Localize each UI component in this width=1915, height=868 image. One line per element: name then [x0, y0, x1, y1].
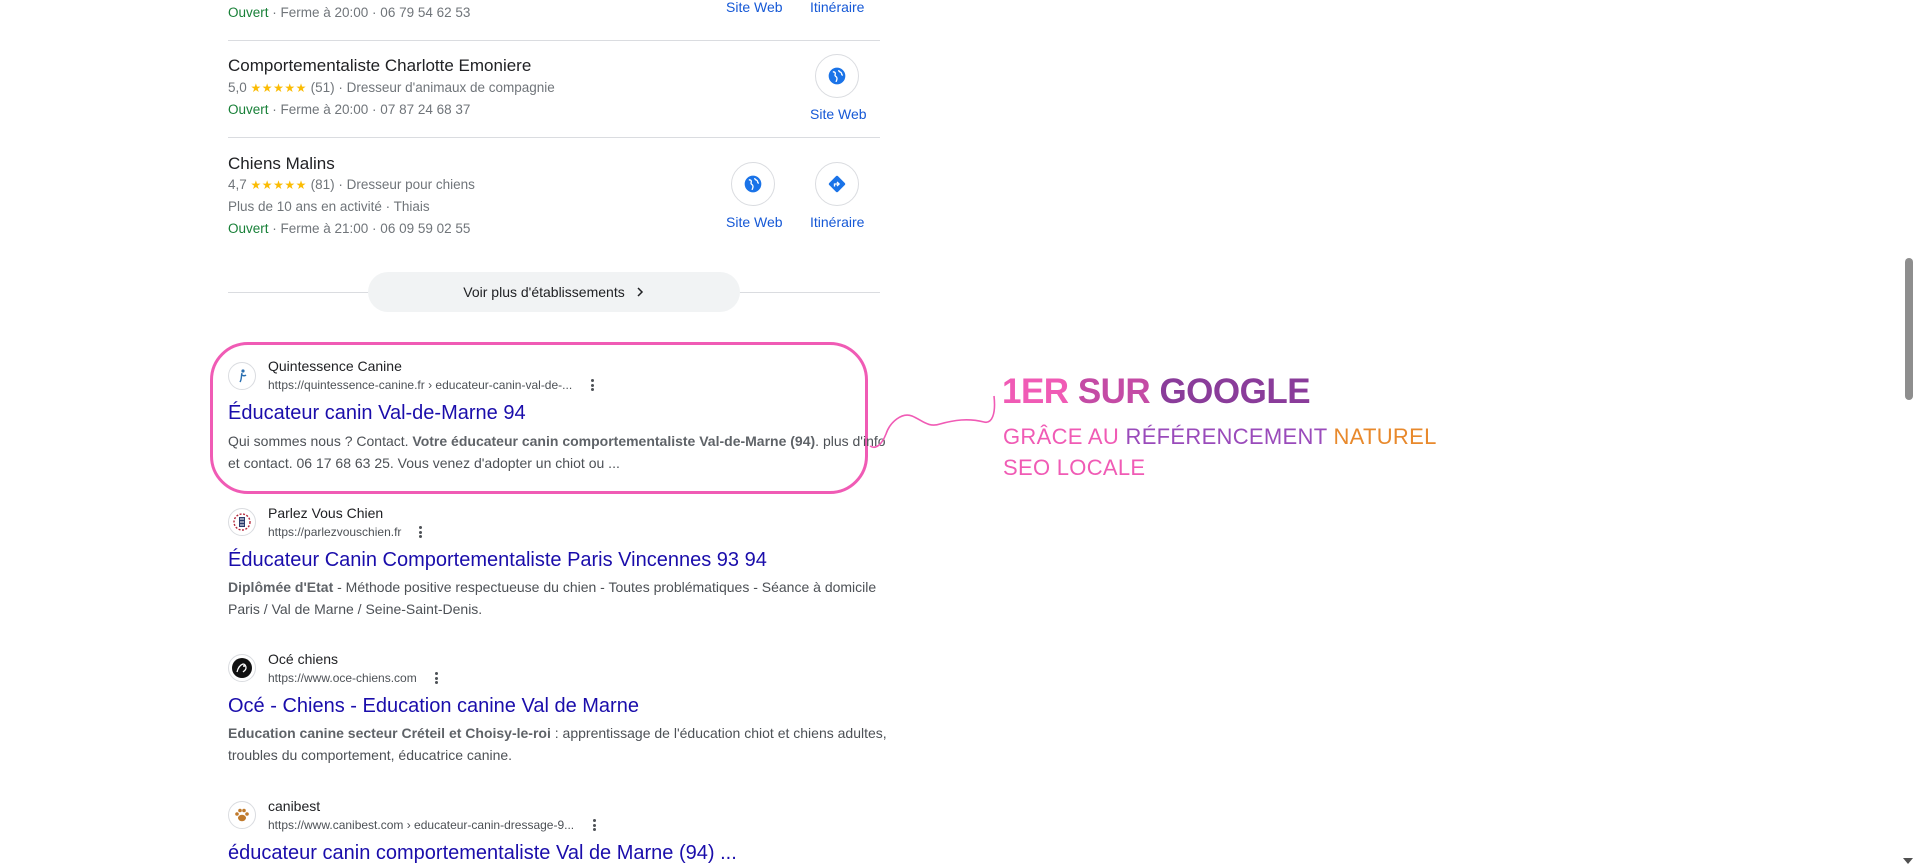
- website-button[interactable]: [815, 54, 859, 98]
- result-title[interactable]: Océ - Chiens - Education canine Val de M…: [228, 695, 639, 718]
- result-title[interactable]: Éducateur Canin Comportementaliste Paris…: [228, 549, 767, 572]
- paw-icon: [235, 808, 249, 822]
- top-row-hours: Ouvert · Ferme à 20:00 · 06 79 54 62 53: [228, 5, 471, 20]
- site-favicon: [228, 654, 256, 682]
- more-options-icon[interactable]: [428, 670, 444, 686]
- curly-arrow-icon: [869, 395, 996, 449]
- badge-logo-icon: [233, 513, 251, 531]
- result-url[interactable]: https://www.oce-chiens.com: [268, 671, 417, 685]
- chevron-right-icon: [637, 287, 643, 297]
- scroll-down-arrow-icon[interactable]: [1903, 858, 1913, 864]
- top-row-site-link[interactable]: Site Web: [726, 0, 783, 15]
- scrollbar-thumb[interactable]: [1905, 258, 1913, 400]
- divider: [228, 40, 880, 41]
- result-url[interactable]: https://quintessence-canine.fr › educate…: [268, 378, 572, 392]
- divider: [228, 137, 880, 138]
- business-rating-line: 5,0 ★★★★★ (51) · Dresseur d'animaux de c…: [228, 80, 555, 95]
- business-hours-line: Ouvert · Ferme à 20:00 · 07 87 24 68 37: [228, 102, 471, 117]
- more-places-button[interactable]: Voir plus d'établissements: [368, 272, 740, 312]
- result-snippet: Diplômée d'Etat - Méthode positive respe…: [228, 579, 877, 617]
- dog-logo-icon: [232, 658, 252, 678]
- result-snippet: Education canine secteur Créteil et Choi…: [228, 725, 887, 763]
- result-title[interactable]: Éducateur canin Val-de-Marne 94: [228, 402, 526, 425]
- globe-icon: [828, 67, 846, 85]
- result-site-name[interactable]: Parlez Vous Chien: [268, 505, 383, 521]
- result-site-name[interactable]: canibest: [268, 798, 320, 814]
- rating-stars-icon: ★★★★★: [250, 81, 307, 95]
- more-options-icon[interactable]: [584, 377, 600, 393]
- promo-subline: GRÂCE AU RÉFÉRENCEMENT NATUREL: [1003, 424, 1437, 449]
- business-name[interactable]: Comportementaliste Charlotte Emoniere: [228, 56, 531, 76]
- rating-stars-icon: ★★★★★: [250, 178, 307, 192]
- result-url[interactable]: https://www.canibest.com › educateur-can…: [268, 818, 574, 832]
- business-hours-line: Ouvert · Ferme à 21:00 · 06 09 59 02 55: [228, 221, 471, 236]
- result-title[interactable]: éducateur canin comportementaliste Val d…: [228, 842, 737, 865]
- more-options-icon[interactable]: [412, 524, 428, 540]
- more-options-icon[interactable]: [586, 817, 602, 833]
- business-rating-line: 4,7 ★★★★★ (81) · Dresseur pour chiens: [228, 177, 475, 192]
- globe-icon: [744, 175, 762, 193]
- directions-link[interactable]: Itinéraire: [810, 214, 864, 230]
- result-snippet: Qui sommes nous ? Contact. Votre éducate…: [228, 433, 886, 471]
- directions-button[interactable]: [815, 162, 859, 206]
- website-link[interactable]: Site Web: [810, 106, 867, 122]
- figure-logo-icon: [239, 369, 247, 383]
- directions-icon: [828, 175, 846, 193]
- site-favicon: [228, 801, 256, 829]
- result-url[interactable]: https://parlezvouschien.fr: [268, 525, 401, 539]
- result-site-name[interactable]: Océ chiens: [268, 651, 338, 667]
- promo-headline: 1ER SUR GOOGLE: [1002, 372, 1311, 411]
- scrollbar-track[interactable]: [1900, 0, 1915, 868]
- top-row-route-link[interactable]: Itinéraire: [810, 0, 864, 15]
- site-favicon: [228, 362, 256, 390]
- result-site-name[interactable]: Quintessence Canine: [268, 358, 402, 374]
- website-button[interactable]: [731, 162, 775, 206]
- business-name[interactable]: Chiens Malins: [228, 154, 335, 174]
- business-extra-line: Plus de 10 ans en activité · Thiais: [228, 199, 430, 214]
- promo-subline-seo: SEO LOCALE: [1003, 455, 1146, 480]
- site-favicon: [228, 508, 256, 536]
- website-link[interactable]: Site Web: [726, 214, 783, 230]
